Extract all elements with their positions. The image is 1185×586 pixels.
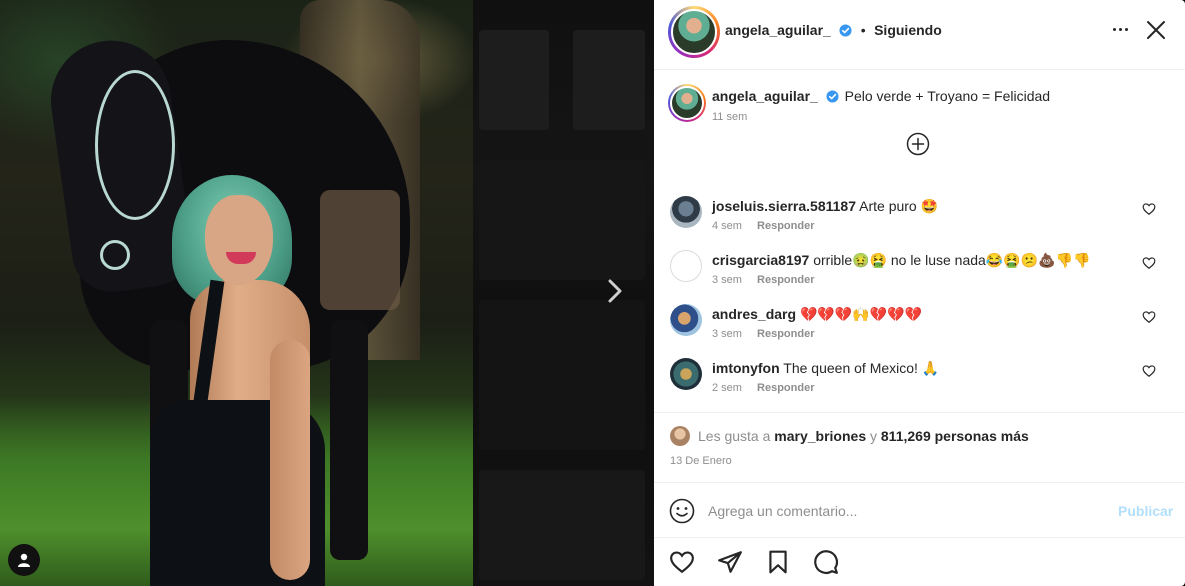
post-date: 13 De Enero	[670, 455, 732, 467]
commenter-avatar[interactable]	[670, 250, 702, 282]
commenter-avatar[interactable]	[670, 358, 702, 390]
caption-username[interactable]: angela_aguilar_	[712, 88, 818, 104]
heart-icon[interactable]	[669, 549, 695, 575]
liker-username[interactable]: mary_briones	[774, 428, 866, 444]
likes-count[interactable]: 811,269 personas más	[881, 428, 1029, 444]
comment-input[interactable]	[708, 499, 1098, 523]
heart-icon[interactable]	[1142, 256, 1156, 270]
commenter-username[interactable]: andres_darg	[712, 306, 796, 322]
comment-timestamp: 3 sem	[712, 328, 742, 340]
add-comment-bar: Publicar	[654, 482, 1185, 538]
comment-item: joseluis.sierra.581187 Arte puro 🤩 4 sem…	[668, 196, 1173, 246]
post-actions	[654, 545, 1185, 579]
caption-avatar[interactable]	[668, 84, 706, 122]
commenter-avatar[interactable]	[670, 304, 702, 336]
paper-plane-icon[interactable]	[717, 549, 743, 575]
publish-button[interactable]: Publicar	[1118, 503, 1173, 519]
comment-item: crisgarcia8197 orrible🤢🤮 no le luse nada…	[668, 250, 1173, 300]
plus-circle-icon[interactable]	[906, 132, 930, 156]
bookmark-icon[interactable]	[765, 549, 791, 575]
divider	[654, 412, 1185, 413]
commenter-avatar[interactable]	[670, 196, 702, 228]
post-header: angela_aguilar_ • Siguiendo	[654, 0, 1185, 70]
comment-timestamp: 4 sem	[712, 220, 742, 232]
commenter-username[interactable]: joseluis.sierra.581187	[712, 198, 856, 214]
comment-bubble-icon[interactable]	[813, 549, 839, 575]
likes-summary: Les gusta a mary_briones y 811,269 perso…	[670, 426, 1029, 446]
comment-timestamp: 2 sem	[712, 382, 742, 394]
reply-button[interactable]: Responder	[757, 274, 814, 286]
reply-button[interactable]: Responder	[757, 382, 814, 394]
caption-timestamp: 11 sem	[712, 111, 748, 123]
caption-text: Pelo verde + Troyano = Felicidad	[844, 88, 1051, 104]
emoji-icon[interactable]	[669, 498, 695, 524]
heart-icon[interactable]	[1142, 202, 1156, 216]
heart-icon[interactable]	[1142, 310, 1156, 324]
chevron-right-icon	[608, 279, 622, 303]
comment-text: The queen of Mexico! 🙏	[783, 360, 940, 376]
more-options-icon	[1112, 27, 1116, 31]
close-icon[interactable]	[1144, 18, 1168, 42]
reply-button[interactable]: Responder	[757, 328, 814, 340]
follow-status-button[interactable]: Siguiendo	[874, 22, 942, 38]
next-photo-button[interactable]	[602, 276, 628, 306]
separator-dot: •	[860, 22, 866, 38]
comment-text: orrible🤢🤮 no le luse nada😂🤮😕💩👎👎	[813, 252, 1091, 268]
user-tag-icon	[18, 553, 30, 567]
author-avatar[interactable]	[668, 6, 720, 58]
liker-avatar	[670, 426, 690, 446]
heart-icon[interactable]	[1142, 364, 1156, 378]
comment-timestamp: 3 sem	[712, 274, 742, 286]
comment-item: imtonyfon The queen of Mexico! 🙏 2 sem R…	[668, 358, 1173, 408]
comment-text: Arte puro 🤩	[859, 198, 939, 214]
more-options-button[interactable]	[1109, 20, 1131, 38]
commenter-username[interactable]: crisgarcia8197	[712, 252, 809, 268]
author-username[interactable]: angela_aguilar_	[725, 22, 831, 38]
verified-badge-icon	[826, 90, 839, 103]
comment-text: 💔💔💔🙌💔💔💔	[799, 306, 922, 322]
comment-item: andres_darg 💔💔💔🙌💔💔💔 3 sem Responder	[668, 304, 1173, 354]
post-details-panel: angela_aguilar_ • Siguiendo angela_aguil…	[654, 0, 1185, 586]
commenter-username[interactable]: imtonyfon	[712, 360, 780, 376]
post-media	[0, 0, 654, 586]
user-tag-button[interactable]	[8, 544, 40, 576]
post-photo	[0, 0, 473, 586]
reply-button[interactable]: Responder	[757, 220, 814, 232]
verified-badge-icon	[839, 24, 852, 37]
